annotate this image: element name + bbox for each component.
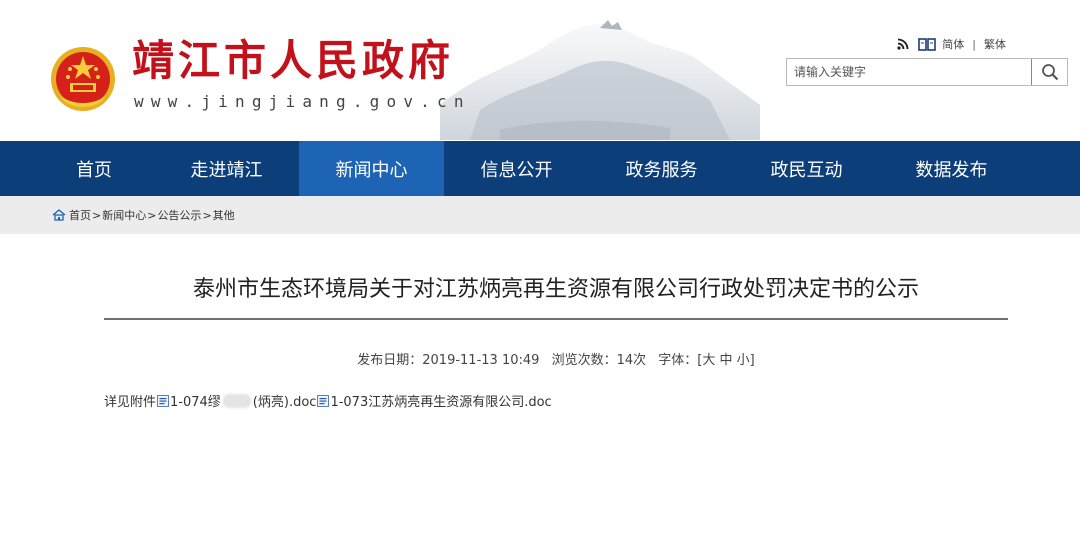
content-prefix: 详见附件 (104, 395, 157, 410)
publish-date-label: 发布日期： (357, 353, 423, 368)
nav-item-interaction[interactable]: 政民互动 (734, 141, 879, 196)
nav-item-gov-services[interactable]: 政务服务 (589, 141, 734, 196)
redacted-blur (222, 393, 251, 408)
nav-item-news[interactable]: 新闻中心 (299, 141, 444, 196)
header: 靖江市人民政府 www.jingjiang.gov.cn 简体 | 繁体 (0, 0, 1080, 141)
nav-item-info-disclosure[interactable]: 信息公开 (444, 141, 589, 196)
site-url: www.jingjiang.gov.cn (134, 92, 471, 111)
attachment-2-name: 1-073江苏炳亮再生资源有限公司.doc (330, 395, 552, 410)
article-meta: 发布日期：2019-11-13 10:49 浏览次数：14次 字体：[大 中 小… (104, 349, 1008, 368)
breadcrumb-separator: > (147, 208, 157, 222)
font-size-small[interactable]: 小 (737, 353, 750, 368)
search-box (786, 58, 1068, 86)
attachment-1-name-prefix: 1-074缪 (170, 395, 221, 410)
search-input[interactable] (787, 59, 1033, 85)
article-content: 详见附件 1-074缪 (炳亮).doc 1-073江苏炳亮再生资源有限公司.d… (104, 391, 552, 410)
font-size-label: 字体：[ (658, 353, 703, 368)
font-size-medium[interactable]: 中 (720, 353, 733, 368)
font-size-large[interactable]: 大 (702, 353, 715, 368)
lang-traditional-link[interactable]: 繁体 (984, 36, 1006, 52)
view-count-value: 14次 (616, 353, 647, 368)
breadcrumb-home[interactable]: 首页 (69, 207, 91, 223)
doc-icon (317, 394, 330, 407)
lang-simplified-link[interactable]: 简体 (942, 36, 964, 52)
attachment-1-name-suffix: (炳亮).doc (252, 395, 317, 410)
site-title[interactable]: 靖江市人民政府 (132, 40, 454, 82)
top-links: 简体 | 繁体 (894, 36, 1006, 52)
breadcrumb-other[interactable]: 其他 (213, 207, 235, 223)
search-icon (1041, 64, 1058, 81)
publish-date-value: 2019-11-13 10:49 (422, 353, 540, 368)
attachment-link-1[interactable]: 1-074缪 (炳亮).doc (156, 391, 316, 410)
breadcrumb-announcements[interactable]: 公告公示 (157, 207, 201, 223)
doc-icon (157, 394, 170, 407)
view-count-label: 浏览次数： (551, 353, 617, 368)
main-nav: 首页 走进靖江 新闻中心 信息公开 政务服务 政民互动 数据发布 (0, 141, 1080, 196)
breadcrumb: 首页 > 新闻中心 > 公告公示 > 其他 (0, 196, 1080, 234)
nav-item-about[interactable]: 走进靖江 (154, 141, 299, 196)
home-icon (52, 209, 66, 221)
font-size-control: 字体：[大 中 小] (658, 353, 754, 368)
breadcrumb-news[interactable]: 新闻中心 (102, 207, 146, 223)
book-icon[interactable] (918, 36, 937, 52)
search-button[interactable] (1031, 59, 1067, 85)
article-title: 泰州市生态环境局关于对江苏炳亮再生资源有限公司行政处罚决定书的公示 (192, 277, 919, 302)
view-count: 浏览次数：14次 (552, 353, 647, 368)
breadcrumb-separator: > (202, 208, 212, 222)
header-scenery-image (440, 20, 760, 140)
rss-icon[interactable] (894, 36, 912, 52)
lang-separator: | (972, 37, 976, 51)
attachment-link-2[interactable]: 1-073江苏炳亮再生资源有限公司.doc (316, 391, 552, 410)
nav-item-home[interactable]: 首页 (0, 141, 154, 196)
publish-date: 发布日期：2019-11-13 10:49 (357, 353, 539, 368)
national-emblem-icon (51, 47, 115, 111)
breadcrumb-separator: > (92, 208, 102, 222)
title-divider (104, 318, 1008, 320)
nav-item-data-release[interactable]: 数据发布 (879, 141, 1024, 196)
font-size-close: ] (749, 353, 755, 368)
